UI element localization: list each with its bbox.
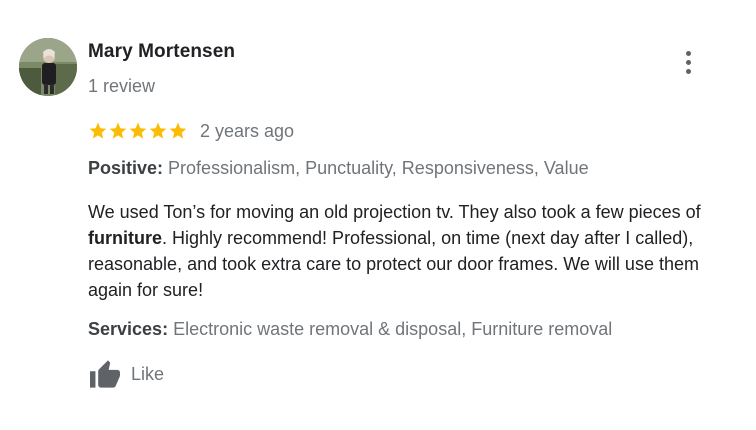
like-button[interactable]: Like <box>88 358 164 390</box>
more-options-icon[interactable] <box>674 46 702 78</box>
star-icon <box>129 122 147 139</box>
reviewer-name[interactable]: Mary Mortensen <box>88 41 235 63</box>
services-label: Services: <box>88 319 169 339</box>
services: Services: Electronic waste removal & dis… <box>88 319 612 340</box>
rating-row: 2 years ago <box>88 118 294 144</box>
services-values: Electronic waste removal & disposal, Fur… <box>173 319 613 339</box>
avatar[interactable] <box>19 38 77 96</box>
menu-dot <box>685 50 691 56</box>
star-rating <box>88 121 188 141</box>
like-label: Like <box>131 363 165 384</box>
positive-attributes: Positive: Professionalism, Punctuality, … <box>88 158 589 179</box>
menu-dot <box>685 68 691 74</box>
star-icon <box>149 122 167 139</box>
review-date: 2 years ago <box>200 120 295 141</box>
avatar-photo <box>19 38 77 96</box>
review-text-part2: . Highly recommend! Professional, on tim… <box>88 228 699 300</box>
positive-label: Positive: <box>88 158 164 178</box>
reviewer-review-count: 1 review <box>88 76 156 96</box>
star-icon <box>169 122 187 139</box>
star-icon <box>89 122 107 139</box>
thumb-up-icon <box>90 360 120 388</box>
review-text: We used Ton’s for moving an old projecti… <box>88 199 738 303</box>
menu-dot <box>685 59 691 65</box>
review-text-part1: We used Ton’s for moving an old projecti… <box>88 202 701 222</box>
review-card: Mary Mortensen 1 review 2 years ago Posi… <box>0 0 756 430</box>
star-icon <box>109 122 127 139</box>
review-text-bold: furniture <box>88 228 162 248</box>
positive-values: Professionalism, Punctuality, Responsive… <box>168 158 589 178</box>
